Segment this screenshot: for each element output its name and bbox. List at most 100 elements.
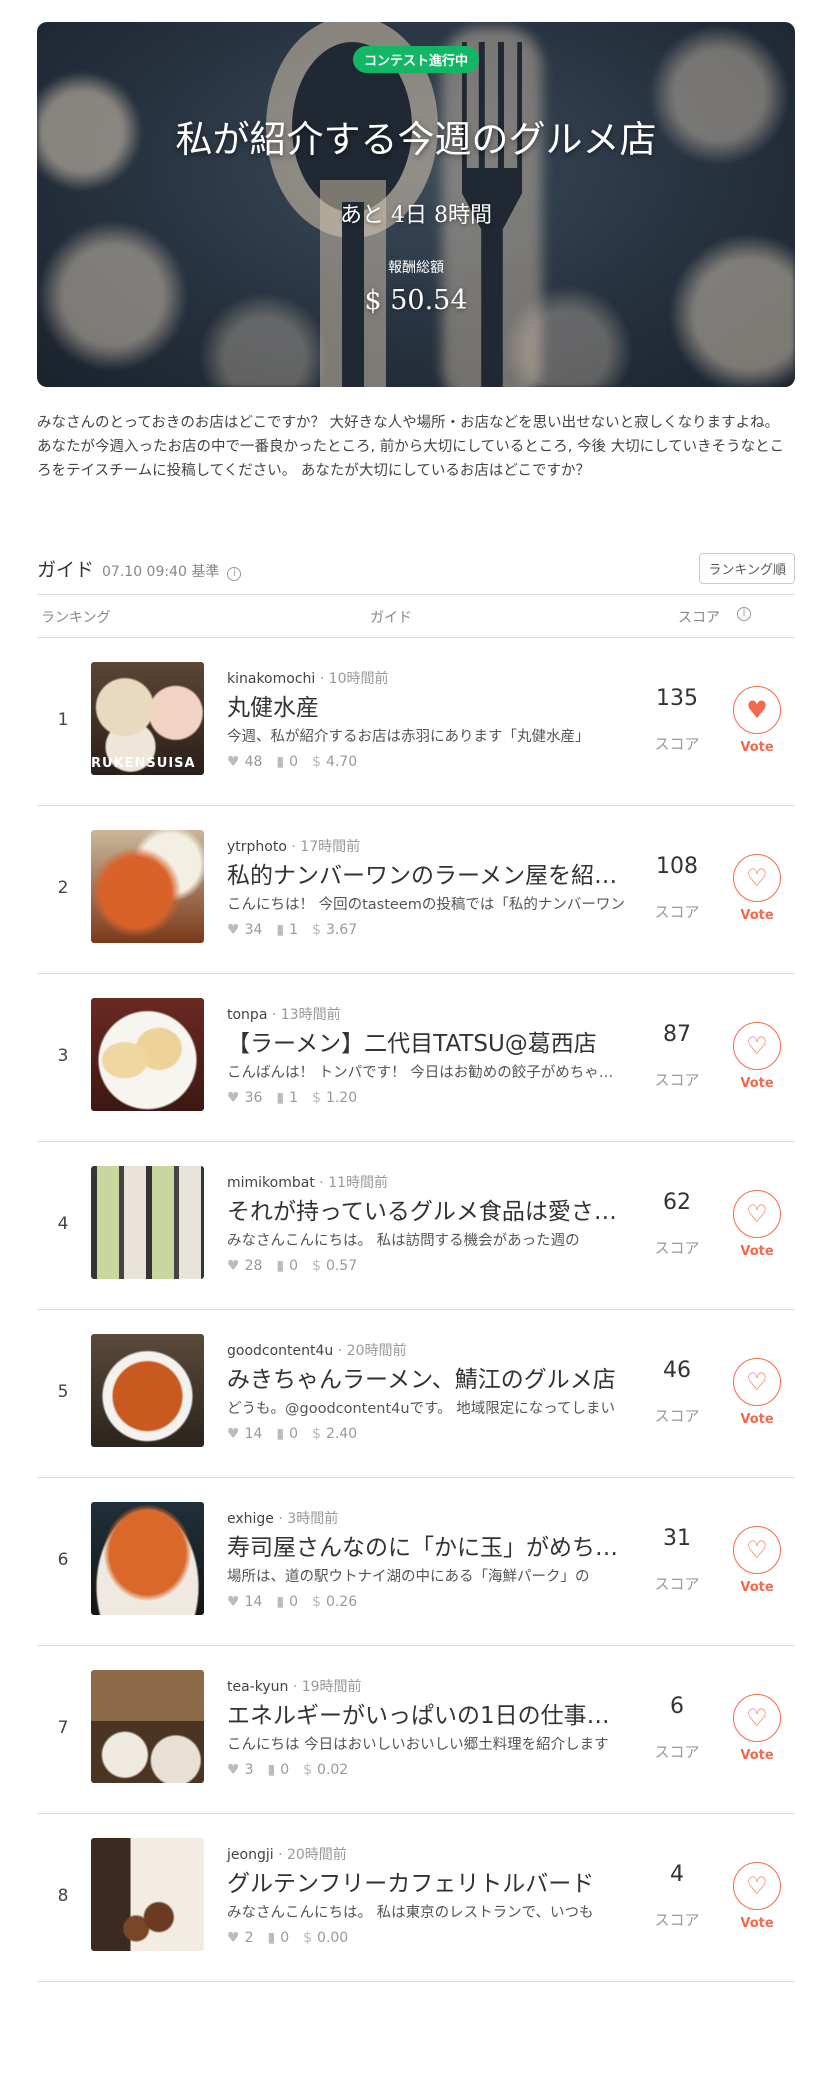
info-icon[interactable]: i [227, 567, 242, 581]
author-name[interactable]: goodcontent4u [227, 1343, 333, 1359]
score-info-icon[interactable]: i [737, 607, 751, 621]
like-count: 14 [244, 1594, 263, 1610]
reward-value: $ 50.54 [364, 285, 468, 316]
table-row[interactable]: 6 exhige · 3時間前 寿司屋さんなのに「かに玉」がめちゃうま 場所は、… [37, 1478, 795, 1646]
payout-value: 0.00 [317, 1930, 349, 1946]
bookmark-icon: ▮ [276, 1594, 285, 1610]
author-name[interactable]: ytrphoto [227, 839, 287, 855]
vote-button[interactable]: ♡ Vote [732, 1022, 782, 1091]
table-row[interactable]: 2 ytrphoto · 17時間前 私的ナンバーワンのラーメン屋を紹介します … [37, 806, 795, 974]
comment-count: 0 [289, 754, 299, 770]
post-stats: ♥ 36 ▮ 1 $1.20 [227, 1090, 357, 1106]
post-meta: exhige · 3時間前 [227, 1511, 339, 1527]
guide-list: 1 RUKENSUISA kinakomochi · 10時間前 丸健水産 今週… [37, 638, 795, 1982]
like-count: 14 [244, 1426, 263, 1442]
heart-icon[interactable]: ♥ [733, 686, 781, 734]
like-count: 3 [244, 1762, 254, 1778]
author-name[interactable]: exhige [227, 1511, 274, 1527]
vote-button[interactable]: ♡ Vote [732, 854, 782, 923]
comment-count: 0 [280, 1762, 290, 1778]
post-excerpt: 場所は、道の駅ウトナイ湖の中にある「海鮮パーク」の [227, 1569, 590, 1585]
table-row[interactable]: 5 goodcontent4u · 20時間前 みきちゃんラーメン、鯖江のグルメ… [37, 1310, 795, 1478]
post-title[interactable]: エネルギーがいっぱいの1日の仕事の後 [227, 1696, 622, 1730]
post-thumbnail[interactable] [91, 830, 204, 943]
author-name[interactable]: jeongji [227, 1847, 274, 1863]
vote-button[interactable]: ♡ Vote [732, 1358, 782, 1427]
heart-icon[interactable]: ♡ [733, 854, 781, 902]
post-excerpt: こんばんは！ トンパです！ 今日はお勧めの餃子がめちゃくちゃ [227, 1065, 627, 1081]
author-name[interactable]: kinakomochi [227, 671, 315, 687]
post-meta: ytrphoto · 17時間前 [227, 839, 361, 855]
post-thumbnail[interactable] [91, 1334, 204, 1447]
post-title[interactable]: グルテンフリーカフェリトルバード [227, 1864, 622, 1898]
table-row[interactable]: 8 jeongji · 20時間前 グルテンフリーカフェリトルバード みなさんこ… [37, 1814, 795, 1982]
table-row[interactable]: 7 tea-kyun · 19時間前 エネルギーがいっぱいの1日の仕事の後 こん… [37, 1646, 795, 1814]
post-title[interactable]: それが持っているグルメ食品は愛されている [227, 1192, 622, 1226]
post-thumbnail[interactable] [91, 1670, 204, 1783]
heart-icon: ♥ [227, 1090, 240, 1106]
post-thumbnail[interactable] [91, 1838, 204, 1951]
table-row[interactable]: 1 RUKENSUISA kinakomochi · 10時間前 丸健水産 今週… [37, 638, 795, 806]
heart-icon[interactable]: ♡ [733, 1022, 781, 1070]
rank-number: 4 [57, 1214, 69, 1234]
vote-label: Vote [740, 908, 774, 923]
column-header: ランキング ガイド スコア i [37, 594, 795, 638]
author-name[interactable]: tea-kyun [227, 1679, 288, 1695]
vote-button[interactable]: ♡ Vote [732, 1190, 782, 1259]
column-score: スコア [678, 610, 720, 626]
vote-button[interactable]: ♥ Vote [732, 686, 782, 755]
guide-title: ガイド [37, 559, 95, 581]
vote-button[interactable]: ♡ Vote [732, 1526, 782, 1595]
post-excerpt: 今週、私が紹介するお店は赤羽にあります「丸健水産」 [227, 729, 590, 745]
dollar-icon: $ [312, 1426, 321, 1442]
rank-number: 1 [57, 710, 69, 730]
score-value: 46 [663, 1358, 691, 1383]
dollar-icon: $ [303, 1930, 313, 1946]
payout-value: 2.40 [325, 1426, 358, 1442]
heart-icon[interactable]: ♡ [733, 1862, 781, 1910]
column-guide: ガイド [370, 610, 412, 626]
contest-title: 私が紹介する今週のグルメ店 [175, 118, 657, 161]
score-label: スコア [654, 1239, 700, 1257]
post-thumbnail[interactable] [91, 1502, 204, 1615]
vote-label: Vote [740, 1748, 774, 1763]
post-thumbnail[interactable] [91, 998, 204, 1111]
heart-icon[interactable]: ♡ [733, 1526, 781, 1574]
score-value: 31 [663, 1526, 691, 1551]
score-value: 6 [670, 1694, 684, 1719]
post-thumbnail[interactable] [91, 1166, 204, 1279]
post-title[interactable]: 【ラーメン】二代目TATSU@葛西店 [227, 1024, 622, 1058]
post-title[interactable]: みきちゃんラーメン、鯖江のグルメ店 [227, 1360, 622, 1394]
page: コンテスト進行中 私が紹介する今週のグルメ店 あと 4日 8時間 報酬総額 $ … [0, 0, 832, 1982]
post-stats: ♥ 28 ▮ 0 $0.57 [227, 1258, 357, 1274]
vote-label: Vote [740, 1916, 774, 1931]
payout-value: 1.20 [325, 1090, 358, 1106]
post-stats: ♥ 34 ▮ 1 $3.67 [227, 922, 357, 938]
contest-banner: コンテスト進行中 私が紹介する今週のグルメ店 あと 4日 8時間 報酬総額 $ … [37, 22, 795, 387]
comment-count: 1 [289, 922, 299, 938]
heart-icon[interactable]: ♡ [733, 1358, 781, 1406]
dollar-icon: $ [312, 1258, 321, 1274]
sort-ranking-button[interactable]: ランキング順 [699, 553, 795, 584]
post-title[interactable]: 丸健水産 [227, 688, 622, 722]
post-stats: ♥ 14 ▮ 0 $0.26 [227, 1594, 357, 1610]
post-thumbnail[interactable]: RUKENSUISA [91, 662, 204, 775]
rank-number: 8 [57, 1886, 69, 1906]
post-title[interactable]: 寿司屋さんなのに「かに玉」がめちゃうま [227, 1528, 622, 1562]
like-count: 2 [244, 1930, 254, 1946]
heart-icon[interactable]: ♡ [733, 1694, 781, 1742]
author-name[interactable]: tonpa [227, 1007, 267, 1023]
score-label: スコア [654, 1575, 700, 1593]
author-name[interactable]: mimikombat [227, 1175, 315, 1191]
post-title[interactable]: 私的ナンバーワンのラーメン屋を紹介します [227, 856, 622, 890]
table-row[interactable]: 4 mimikombat · 11時間前 それが持っているグルメ食品は愛されてい… [37, 1142, 795, 1310]
post-excerpt: みなさんこんにちは。 私は東京のレストランで、いつも [227, 1905, 594, 1921]
vote-label: Vote [740, 1412, 774, 1427]
table-row[interactable]: 3 tonpa · 13時間前 【ラーメン】二代目TATSU@葛西店 こんばんは… [37, 974, 795, 1142]
vote-button[interactable]: ♡ Vote [732, 1694, 782, 1763]
post-excerpt: どうも。@goodcontent4uです。 地域限定になってしまい [227, 1401, 616, 1417]
heart-icon: ♥ [227, 1258, 240, 1274]
vote-label: Vote [740, 1076, 774, 1091]
heart-icon[interactable]: ♡ [733, 1190, 781, 1238]
vote-button[interactable]: ♡ Vote [732, 1862, 782, 1931]
